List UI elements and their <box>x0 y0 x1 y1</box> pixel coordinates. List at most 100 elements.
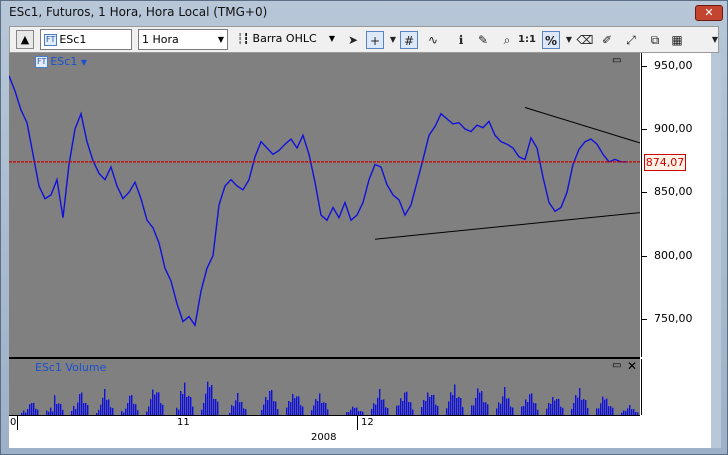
volume-bar <box>523 405 525 415</box>
close-pane-icon[interactable]: ✕ <box>627 359 637 373</box>
y-tick-label: 950,00 <box>654 58 693 72</box>
volume-bar <box>554 400 556 415</box>
volume-bar <box>233 406 235 415</box>
cascade-icon[interactable]: ⧉ <box>646 31 664 49</box>
volume-bar <box>425 401 427 415</box>
volume-bar <box>602 396 604 415</box>
price-axis: 750,00 800,00 850,00 900,00 950,00 874,07 <box>641 53 720 357</box>
draw-tools-icon[interactable]: ✐ <box>598 31 616 49</box>
title-bar[interactable]: ESc1, Futuros, 1 Hora, Hora Local (TMG+0… <box>1 1 728 25</box>
volume-bar <box>292 394 294 415</box>
volume-bar <box>135 404 137 415</box>
volume-bar <box>521 406 523 415</box>
volume-bar <box>471 405 473 415</box>
volume-bar <box>600 403 602 415</box>
volume-bar <box>552 397 554 415</box>
collapse-button[interactable]: ▲ <box>16 30 34 49</box>
volume-bar <box>296 396 298 415</box>
volume-bar <box>585 400 587 415</box>
volume-bar <box>148 406 150 415</box>
measure-icon[interactable]: ⤢ <box>622 31 640 49</box>
info-icon[interactable]: ℹ <box>452 31 470 49</box>
volume-bar <box>433 395 435 415</box>
volume-bar <box>479 392 481 415</box>
year-axis: 2008 <box>9 431 640 445</box>
cursor-arrow-icon[interactable]: ➤ <box>344 31 362 49</box>
volume-bar <box>587 408 589 415</box>
volume-bar <box>375 404 377 415</box>
volume-bar <box>558 399 560 415</box>
volume-bar <box>77 402 79 415</box>
volume-bar <box>596 408 598 415</box>
chart-legend[interactable]: FT ESc1 ▼ <box>35 55 87 68</box>
volume-bar <box>60 404 62 415</box>
volume-bar <box>506 398 508 415</box>
layout-icon[interactable]: ▦ <box>668 31 686 49</box>
trendline-1[interactable] <box>524 106 640 144</box>
volume-bar <box>556 399 558 415</box>
volume-bar <box>429 397 431 415</box>
volume-bar <box>435 404 437 415</box>
volume-bar <box>112 408 114 415</box>
one-to-one-button[interactable]: 1:1 <box>518 31 536 49</box>
maximize-pane-icon[interactable]: ▭ <box>612 55 621 66</box>
price-plot[interactable]: FT ESc1 ▼ ▭ <box>9 53 640 357</box>
chevron-down-icon: ▼ <box>328 34 335 43</box>
volume-bar <box>106 399 108 415</box>
volume-bar <box>315 399 317 415</box>
volume-bar <box>573 403 575 415</box>
volume-bar <box>381 399 383 415</box>
scrollbar[interactable] <box>711 53 721 448</box>
volume-bar <box>529 394 531 415</box>
volume-bar <box>176 407 178 415</box>
volume-bar <box>512 407 514 415</box>
price-series-line <box>9 75 627 328</box>
volume-bar <box>131 395 133 415</box>
volume-bar <box>271 390 273 415</box>
chevron-down-icon[interactable]: ▼ <box>706 31 724 49</box>
annotation-icon[interactable]: ✎ <box>474 31 492 49</box>
volume-bar <box>288 401 290 415</box>
volume-bar <box>290 401 292 415</box>
volume-bar <box>396 405 398 415</box>
volume-axis <box>641 359 720 415</box>
volume-bar <box>104 389 106 415</box>
volume-bar <box>110 407 112 415</box>
symbol-input[interactable]: FT ESc1 <box>40 29 132 50</box>
future-badge: FT <box>35 56 49 68</box>
trendline-0[interactable] <box>374 212 640 240</box>
volume-bar <box>610 406 612 415</box>
volume-plot[interactable]: ESc1 Volume ▭ ✕ <box>9 359 640 415</box>
grid-toggle-icon[interactable]: # <box>400 31 418 49</box>
indicator-icon[interactable]: ∿ <box>424 31 442 49</box>
y-tick <box>642 192 647 194</box>
volume-bar <box>487 404 489 415</box>
y-tick-label: 900,00 <box>654 122 693 135</box>
crosshair-icon[interactable]: + <box>366 31 384 49</box>
volume-bar <box>598 408 600 415</box>
volume-bar <box>427 392 429 415</box>
volume-bar <box>481 391 483 415</box>
volume-bar <box>273 401 275 415</box>
volume-bar <box>550 403 552 415</box>
volume-bar <box>313 405 315 415</box>
zoom-icon[interactable]: ⌕ <box>498 31 516 49</box>
volume-bar <box>548 403 550 415</box>
volume-bar <box>184 382 186 415</box>
volume-bar <box>604 399 606 415</box>
volume-bar <box>483 402 485 415</box>
volume-bar <box>531 393 533 415</box>
volume-bar <box>581 400 583 415</box>
maximize-pane-icon[interactable]: ▭ <box>612 360 621 371</box>
price-chart-svg <box>9 75 640 328</box>
chevron-down-icon: ▼ <box>217 35 224 44</box>
percent-button[interactable]: % <box>542 31 560 49</box>
eraser-icon[interactable]: ⌫ <box>576 31 594 49</box>
interval-select[interactable]: 1 Hora ▼ <box>138 29 228 50</box>
volume-bar <box>300 405 302 415</box>
volume-bar <box>73 406 75 415</box>
volume-bar <box>577 397 579 415</box>
volume-bar <box>317 401 319 415</box>
chart-type-select[interactable]: ┆┇ Barra OHLC ▼ <box>234 29 338 50</box>
close-icon[interactable]: ✕ <box>695 5 723 21</box>
